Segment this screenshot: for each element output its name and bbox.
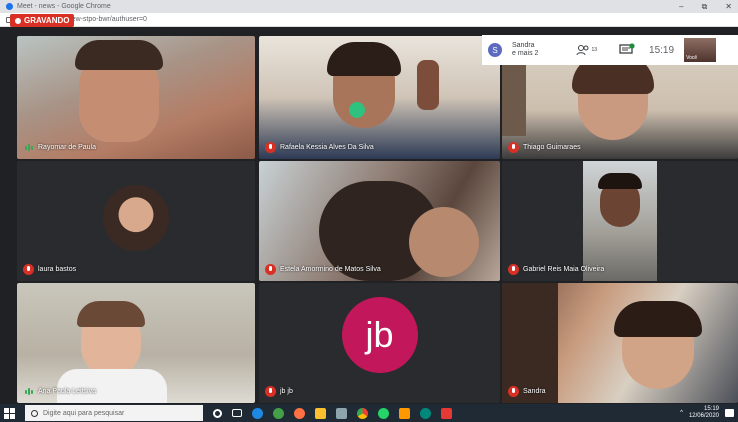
chat-icon — [619, 42, 635, 54]
participant-name: Thiago Guimaraes — [523, 144, 581, 151]
task-view-icon[interactable] — [232, 409, 242, 417]
participant-name: laura bastos — [38, 266, 77, 273]
app-orange-icon[interactable] — [399, 407, 410, 419]
participant-name: Ana Paula Leitsiva — [38, 388, 96, 395]
participant-name-tag: Rafaela Kessia Alves Da Silva — [265, 142, 374, 153]
participant-name: Gabriel Reis Maia Oliveira — [523, 266, 605, 273]
participant-name: Rayomar de Paula — [38, 144, 96, 151]
participant-name-tag: jb jb — [265, 386, 293, 397]
participant-name-tag: laura bastos — [23, 264, 76, 275]
file-explorer-icon[interactable] — [315, 407, 326, 419]
participant-name: jb jb — [280, 388, 293, 395]
windows-start-icon[interactable] — [4, 407, 15, 419]
mic-off-icon — [265, 264, 276, 275]
participant-tile[interactable]: Rayomar de Paula — [17, 36, 255, 159]
recording-badge: GRAVANDO — [10, 14, 75, 27]
participant-name-tag: Sandra — [508, 386, 546, 397]
app-teal-icon[interactable] — [420, 407, 431, 419]
participant-tile[interactable]: Sandra — [502, 283, 738, 403]
participant-tile[interactable]: Ana Paula Leitsiva — [17, 283, 255, 403]
participant-name: Sandra — [523, 388, 546, 395]
people-button[interactable]: 13 — [576, 44, 597, 56]
participant-name-tag: Gabriel Reis Maia Oliveira — [508, 264, 604, 275]
acrobat-icon[interactable] — [441, 407, 452, 419]
participant-name-tag: Ana Paula Leitsiva — [23, 386, 96, 397]
search-icon — [31, 409, 38, 417]
cortana-icon[interactable] — [213, 408, 222, 418]
self-view-thumbnail[interactable]: Você — [684, 38, 717, 62]
participant-tile[interactable]: Estela Amormino de Matos Silva — [259, 161, 500, 281]
mic-off-icon — [265, 386, 276, 397]
participant-name: Rafaela Kessia Alves Da Silva — [280, 144, 374, 151]
tray-chevron-icon[interactable]: ^ — [680, 410, 683, 417]
mic-off-icon — [23, 264, 34, 275]
browser-titlebar: Meet - news - Google Chrome – ⧉ ✕ — [0, 0, 738, 13]
app-green-icon[interactable] — [273, 407, 284, 419]
minimize-button[interactable]: – — [679, 2, 683, 12]
participants-summary[interactable]: Sandra e mais 2 — [512, 42, 538, 58]
tray-date: 12/06/2020 — [688, 413, 719, 419]
store-icon[interactable] — [336, 407, 347, 419]
participant-tile[interactable]: Gabriel Reis Maia Oliveira — [502, 161, 738, 281]
tray-clock[interactable]: 15:19 12/06/2020 — [689, 406, 719, 420]
speaking-indicator-icon — [23, 386, 34, 397]
close-button[interactable]: ✕ — [725, 2, 732, 12]
participant-avatar: jb — [341, 297, 418, 373]
taskbar-search-placeholder: Digite aqui para pesquisar — [43, 409, 125, 417]
participant-tile[interactable]: jb jb jb — [259, 283, 500, 403]
meeting-top-bar: S Sandra e mais 2 13 15:19 Você — [482, 35, 738, 65]
maximize-button[interactable]: ⧉ — [702, 2, 708, 12]
mic-off-icon — [265, 142, 276, 153]
participant-name-tag: Estela Amormino de Matos Silva — [265, 264, 381, 275]
meet-grid: Rayomar de Paula Rafaela Kessia Alves Da… — [0, 27, 738, 404]
edge-icon[interactable] — [252, 407, 263, 419]
mic-off-icon — [508, 386, 519, 397]
participant-avatar-small[interactable]: S — [488, 43, 502, 57]
notification-icon[interactable] — [725, 409, 734, 417]
people-count: 13 — [591, 47, 598, 53]
people-icon — [576, 45, 589, 56]
participant-name: Estela Amormino de Matos Silva — [280, 266, 381, 273]
chrome-icon — [6, 3, 13, 10]
window-title: Meet - news - Google Chrome — [17, 3, 111, 10]
firefox-icon[interactable] — [294, 407, 305, 419]
meeting-clock: 15:19 — [649, 44, 675, 56]
participant-tile[interactable]: laura bastos — [17, 161, 255, 281]
participants-summary-more: e mais 2 — [512, 50, 539, 57]
tray-time: 15:19 — [703, 406, 719, 412]
chrome-taskbar-icon[interactable] — [357, 407, 368, 419]
self-view-label: Você — [686, 55, 698, 61]
participant-name-tag: Rayomar de Paula — [23, 142, 96, 153]
whatsapp-icon[interactable] — [378, 407, 389, 419]
system-tray[interactable]: ^ 15:19 12/06/2020 — [680, 406, 738, 420]
participant-tile[interactable]: Rafaela Kessia Alves Da Silva — [259, 36, 500, 159]
participant-name-tag: Thiago Guimaraes — [508, 142, 581, 153]
mic-off-icon — [508, 264, 519, 275]
windows-taskbar: Digite aqui para pesquisar ^ 15:19 12/06/… — [0, 404, 738, 422]
taskbar-search-box[interactable]: Digite aqui para pesquisar — [25, 405, 203, 421]
mic-off-icon — [508, 142, 519, 153]
speaking-indicator-icon — [23, 142, 34, 153]
chat-button[interactable] — [619, 42, 635, 58]
address-bar[interactable]: meet.google.com/ew-stpo-bwr/authuser=0 — [0, 13, 738, 27]
participants-summary-name: Sandra — [512, 42, 535, 49]
